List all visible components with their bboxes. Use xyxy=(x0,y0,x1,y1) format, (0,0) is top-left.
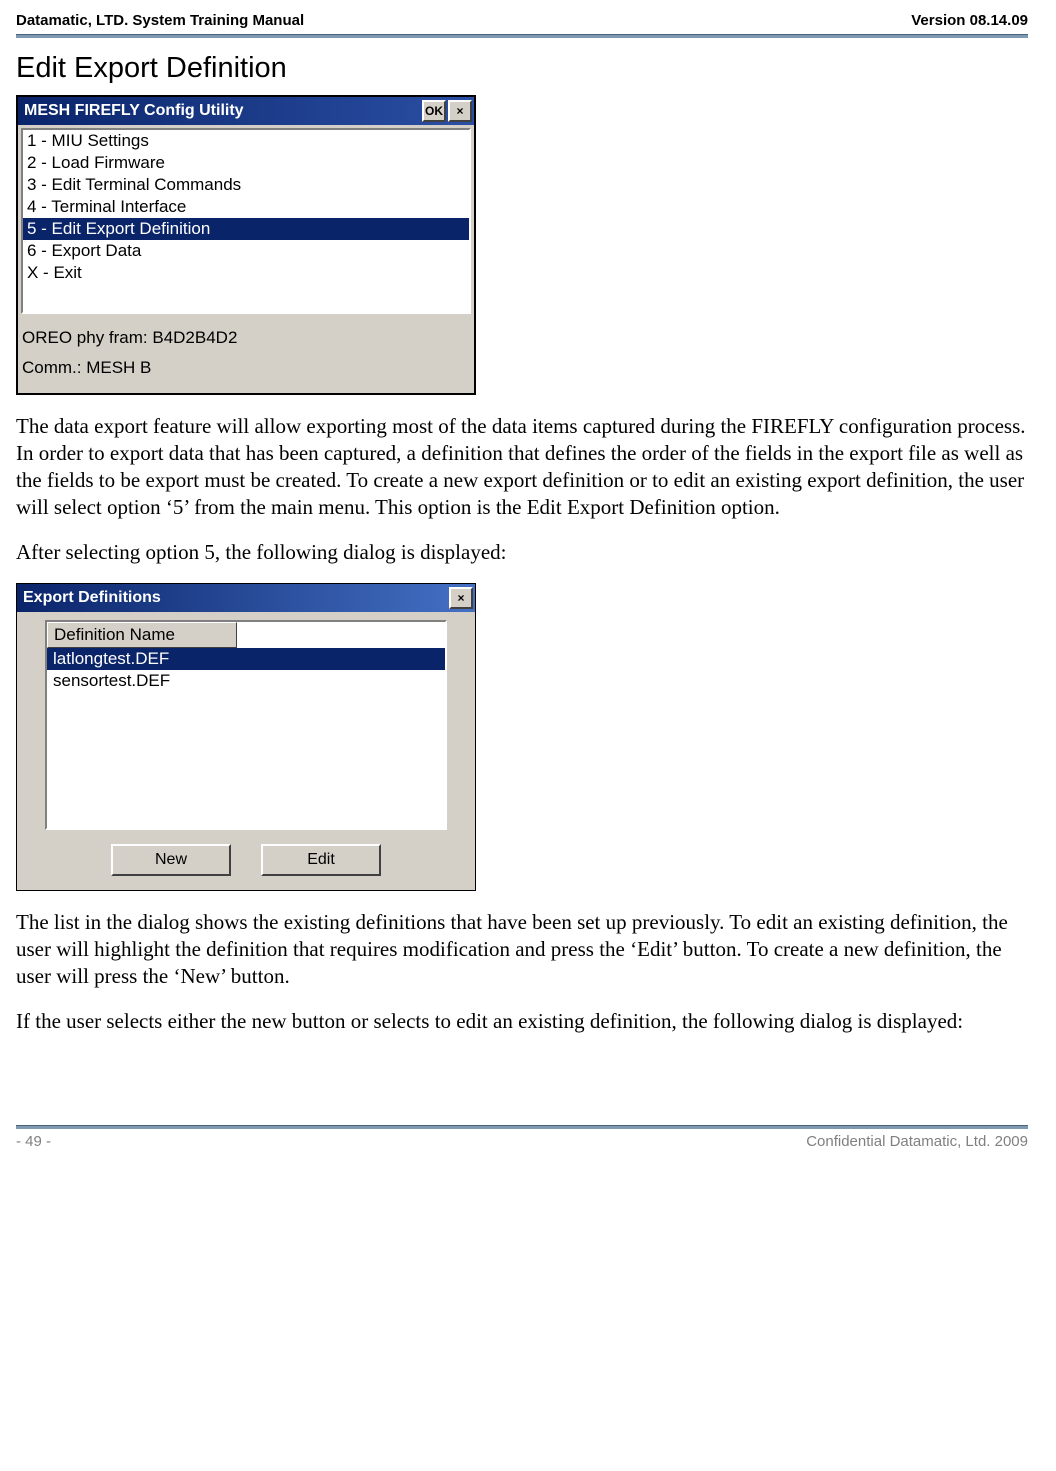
header-right: Version 08.14.09 xyxy=(911,12,1028,29)
menu-item-exit[interactable]: X - Exit xyxy=(23,262,469,284)
close-icon[interactable]: × xyxy=(448,100,472,122)
paragraph-3: The list in the dialog shows the existin… xyxy=(16,909,1028,990)
column-header-definition-name[interactable]: Definition Name xyxy=(47,622,237,648)
export-definitions-window: Export Definitions × Definition Name lat… xyxy=(16,583,476,891)
window-title: Export Definitions xyxy=(23,589,447,607)
window-title: MESH FIREFLY Config Utility xyxy=(24,102,420,120)
definition-item[interactable]: sensortest.DEF xyxy=(47,670,445,692)
window-titlebar: Export Definitions × xyxy=(17,584,475,612)
window-titlebar: MESH FIREFLY Config Utility OK × xyxy=(18,97,474,125)
new-button[interactable]: New xyxy=(111,844,231,876)
menu-item-edit-terminal-commands[interactable]: 3 - Edit Terminal Commands xyxy=(23,174,469,196)
ok-button[interactable]: OK xyxy=(422,100,446,122)
menu-item-miu-settings[interactable]: 1 - MIU Settings xyxy=(23,130,469,152)
menu-item-edit-export-definition[interactable]: 5 - Edit Export Definition xyxy=(23,218,469,240)
edit-button[interactable]: Edit xyxy=(261,844,381,876)
definitions-listbox[interactable]: Definition Name latlongtest.DEF sensorte… xyxy=(45,620,447,830)
section-title: Edit Export Definition xyxy=(16,52,1028,85)
footer-right: Confidential Datamatic, Ltd. 2009 xyxy=(806,1133,1028,1150)
config-utility-window: MESH FIREFLY Config Utility OK × 1 - MIU… xyxy=(16,95,476,395)
status-line-1: OREO phy fram: B4D2B4D2 xyxy=(22,323,470,353)
menu-item-export-data[interactable]: 6 - Export Data xyxy=(23,240,469,262)
button-row: New Edit xyxy=(17,838,475,890)
status-area: OREO phy fram: B4D2B4D2 Comm.: MESH B xyxy=(18,317,474,393)
main-menu-list[interactable]: 1 - MIU Settings 2 - Load Firmware 3 - E… xyxy=(21,128,471,314)
menu-item-terminal-interface[interactable]: 4 - Terminal Interface xyxy=(23,196,469,218)
definition-item[interactable]: latlongtest.DEF xyxy=(47,648,445,670)
header-left: Datamatic, LTD. System Training Manual xyxy=(16,12,304,29)
paragraph-4: If the user selects either the new butto… xyxy=(16,1008,1028,1035)
page-footer: - 49 - Confidential Datamatic, Ltd. 2009 xyxy=(16,1129,1028,1150)
paragraph-1: The data export feature will allow expor… xyxy=(16,413,1028,521)
page-number: - 49 - xyxy=(16,1133,51,1150)
menu-item-load-firmware[interactable]: 2 - Load Firmware xyxy=(23,152,469,174)
page-header: Datamatic, LTD. System Training Manual V… xyxy=(16,12,1028,34)
paragraph-2: After selecting option 5, the following … xyxy=(16,539,1028,566)
header-rule xyxy=(16,34,1028,38)
status-line-2: Comm.: MESH B xyxy=(22,353,470,383)
close-icon[interactable]: × xyxy=(449,587,473,609)
